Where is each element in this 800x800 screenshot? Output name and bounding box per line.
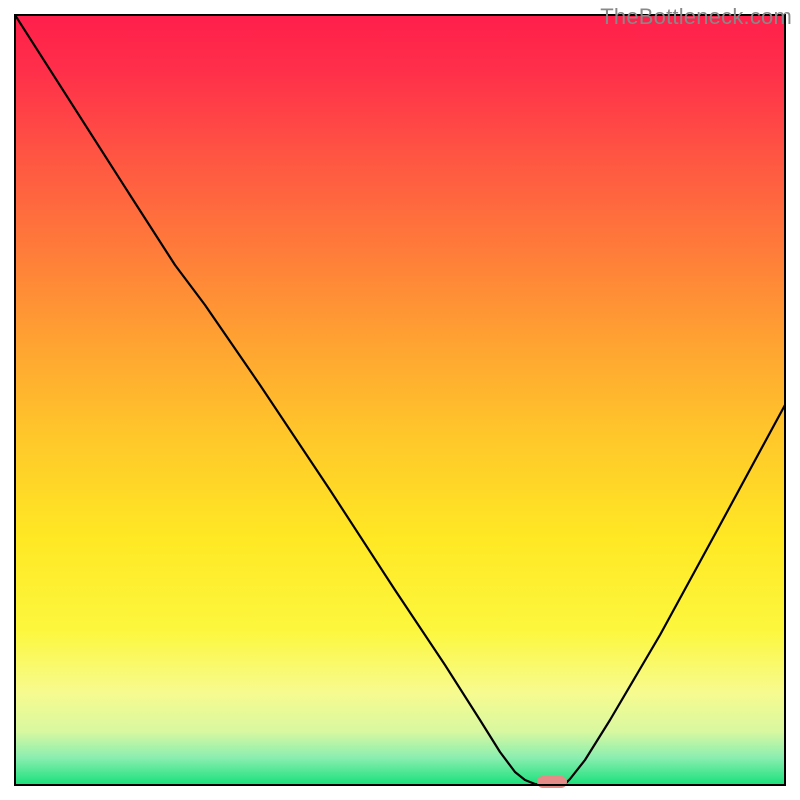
optimal-point-marker: [537, 776, 567, 788]
chart-canvas: TheBottleneck.com: [0, 0, 800, 800]
bottleneck-chart-svg: [0, 0, 800, 800]
gradient-background: [15, 15, 785, 785]
watermark-text: TheBottleneck.com: [600, 4, 792, 30]
